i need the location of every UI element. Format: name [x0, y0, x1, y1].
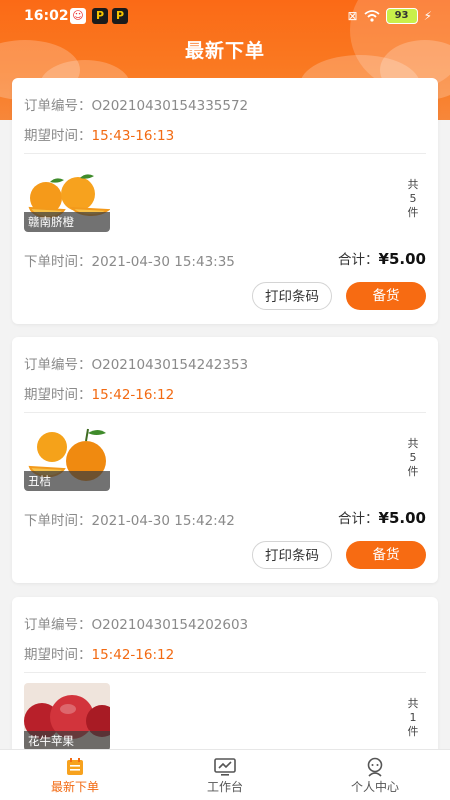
order-total: 合计：¥5.00 [338, 507, 426, 527]
expect-time-row: 期望时间：15:42-16:12 [24, 643, 174, 663]
print-barcode-button[interactable]: 打印条码 [252, 541, 332, 569]
tab-latest-orders[interactable]: 最新下单 [0, 750, 150, 800]
quantity: 共 5 件 [406, 437, 420, 479]
qty-value: 5 [409, 192, 417, 205]
print-barcode-button[interactable]: 打印条码 [252, 282, 332, 310]
product-name: 丑桔 [24, 471, 110, 491]
page-title: 最新下单 [184, 40, 265, 62]
wifi-icon [363, 10, 380, 22]
expect-time-label: 期望时间： [24, 128, 92, 144]
order-card: 订单编号：O20210430154202603 期望时间：15:42-16:12… [12, 597, 438, 750]
order-list[interactable]: 订单编号：O20210430154335572 期望时间：15:43-16:13… [0, 78, 450, 750]
qty-suffix: 件 [407, 725, 419, 738]
tab-label: 工作台 [206, 780, 243, 794]
qty-prefix: 共 [407, 178, 419, 191]
qty-prefix: 共 [407, 697, 419, 710]
order-card: 订单编号：O20210430154242353 期望时间：15:42-16:12… [12, 337, 438, 583]
product-image[interactable]: 丑桔 [24, 423, 110, 491]
total-amount: ¥5.00 [378, 509, 426, 527]
quantity: 共 1 件 [406, 697, 420, 739]
order-time-label: 下单时间： [24, 513, 92, 529]
quantity: 共 5 件 [406, 178, 420, 220]
bottom-tab-bar: 最新下单 工作台 个人中心 [0, 749, 450, 800]
order-time: 2021-04-30 15:43:35 [91, 254, 235, 270]
order-time-row: 下单时间：2021-04-30 15:42:42 [24, 509, 235, 529]
order-time-row: 下单时间：2021-04-30 15:43:35 [24, 250, 235, 270]
qty-value: 5 [409, 451, 417, 464]
divider [24, 412, 426, 413]
charging-icon: ⚡ [423, 9, 432, 23]
tab-label: 个人中心 [350, 780, 399, 794]
expect-time-label: 期望时间： [24, 647, 92, 663]
order-number-label: 订单编号： [24, 357, 92, 373]
tab-label: 最新下单 [50, 780, 99, 794]
product-name: 花牛苹果 [24, 731, 110, 750]
order-number-row: 订单编号：O20210430154202603 [24, 613, 248, 633]
qty-suffix: 件 [407, 465, 419, 478]
expect-time: 15:42-16:12 [91, 647, 175, 663]
order-time: 2021-04-30 15:42:42 [91, 513, 235, 529]
parking-app-icon: P [112, 8, 128, 24]
total-label: 合计： [338, 252, 379, 268]
total-label: 合计： [338, 511, 379, 527]
product-image[interactable]: 赣南脐橙 [24, 164, 110, 232]
qty-prefix: 共 [407, 437, 419, 450]
order-time-label: 下单时间： [24, 254, 92, 270]
expect-time-row: 期望时间：15:43-16:13 [24, 124, 174, 144]
order-number: O20210430154242353 [91, 357, 249, 373]
monitor-icon [214, 758, 236, 776]
order-number-label: 订单编号： [24, 617, 92, 633]
qty-suffix: 件 [407, 206, 419, 219]
total-amount: ¥5.00 [378, 250, 426, 268]
order-number-row: 订单编号：O20210430154335572 [24, 94, 248, 114]
expect-time: 15:43-16:13 [91, 128, 175, 144]
tab-profile[interactable]: 个人中心 [300, 750, 450, 800]
status-time: 16:02 [24, 8, 69, 24]
product-image[interactable]: 花牛苹果 [24, 683, 110, 750]
order-total: 合计：¥5.00 [338, 248, 426, 268]
divider [24, 672, 426, 673]
sim-icon: ⊠ [347, 9, 358, 23]
order-number-row: 订单编号：O20210430154242353 [24, 353, 248, 373]
prepare-stock-button[interactable]: 备货 [346, 541, 426, 569]
expect-time: 15:42-16:12 [91, 387, 175, 403]
order-number-label: 订单编号： [24, 98, 92, 114]
parking-app-icon: P [92, 8, 108, 24]
qty-value: 1 [409, 711, 417, 724]
tab-workbench[interactable]: 工作台 [150, 750, 300, 800]
product-name: 赣南脐橙 [24, 212, 110, 232]
expect-time-row: 期望时间：15:42-16:12 [24, 383, 174, 403]
calendar-list-icon [67, 758, 83, 775]
order-number: O20210430154202603 [91, 617, 249, 633]
expect-time-label: 期望时间： [24, 387, 92, 403]
status-bar: 16:02 ☺ P P ⊠ 93 ⚡ [0, 0, 450, 32]
battery-icon: 93 [385, 8, 418, 24]
divider [24, 153, 426, 154]
prepare-stock-button[interactable]: 备货 [346, 282, 426, 310]
order-number: O20210430154335572 [91, 98, 249, 114]
notification-app-icon: ☺ [70, 8, 86, 24]
order-card: 订单编号：O20210430154335572 期望时间：15:43-16:13… [12, 78, 438, 324]
status-indicators: ⊠ 93 ⚡ [347, 8, 432, 24]
person-icon [367, 757, 383, 777]
